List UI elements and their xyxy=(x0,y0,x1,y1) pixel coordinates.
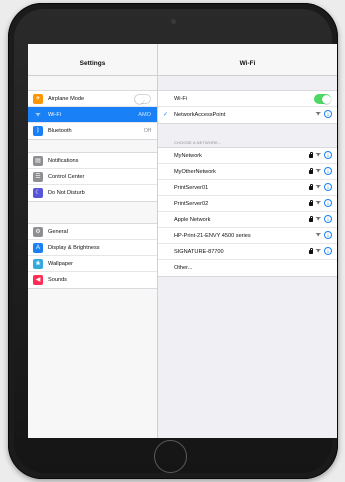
other-network-row[interactable]: Other... xyxy=(158,260,337,276)
wifi-signal-icon: ᯤ xyxy=(315,200,321,206)
sidebar-item-label: Bluetooth xyxy=(48,127,72,134)
moon-icon: ☾ xyxy=(33,188,43,198)
lock-icon xyxy=(309,168,314,174)
network-list: MyNetwork ᯤ i MyOtherNetwork ᯤ i PrintServer01… xyxy=(158,147,337,277)
sounds-icon: ◀ xyxy=(33,275,43,285)
sidebar-group: ▤ Notifications ☰ Control Center ☾ Do Not Dis… xyxy=(28,152,157,202)
info-icon[interactable]: i xyxy=(324,110,332,118)
sidebar-item-notifications[interactable]: ▤ Notifications xyxy=(28,153,157,169)
info-icon[interactable]: i xyxy=(324,247,332,255)
sidebar-item-label: Display & Brightness xyxy=(48,244,100,251)
network-row[interactable]: MyNetwork ᯤ i xyxy=(158,148,337,164)
sidebar-group: ⚙ General A Display & Brightness ❀ Wallpaper ◀… xyxy=(28,223,157,289)
info-icon[interactable]: i xyxy=(324,167,332,175)
connected-network-row[interactable]: ✓ NetworkAccessPoint ᯤ i xyxy=(158,107,337,123)
lock-icon xyxy=(309,248,314,254)
network-name: MyNetwork xyxy=(174,152,202,159)
checkmark-icon: ✓ xyxy=(163,111,169,118)
sidebar-item-airplane-mode[interactable]: ✈ Airplane Mode xyxy=(28,91,157,107)
network-name: Apple Network xyxy=(174,216,211,223)
info-icon[interactable]: i xyxy=(324,231,332,239)
airplane-icon: ✈ xyxy=(33,94,43,104)
detail-title: Wi-Fi xyxy=(239,60,256,67)
network-name: MyOtherNetwork xyxy=(174,168,216,175)
airplane-mode-toggle[interactable] xyxy=(134,94,151,104)
wifi-row-label: Wi-Fi xyxy=(174,95,188,102)
gear-icon: ⚙ xyxy=(33,227,43,237)
sidebar-item-wallpaper[interactable]: ❀ Wallpaper xyxy=(28,256,157,272)
info-icon[interactable]: i xyxy=(324,215,332,223)
network-name: Other... xyxy=(174,264,193,271)
wifi-signal-icon: ᯤ xyxy=(315,152,321,158)
sidebar-group: ✈ Airplane Mode ᯤ Wi-Fi AMO ᛒ Bluetooth Off xyxy=(28,90,157,140)
network-name: SIGNATURE-87700 xyxy=(174,248,224,255)
wifi-detail-pane: Wi-Fi Wi-Fi ✓ NetworkAccessPoint ᯤ i CHO… xyxy=(158,44,337,438)
brightness-icon: A xyxy=(33,243,43,253)
wifi-signal-icon: ᯤ xyxy=(315,232,321,238)
wifi-signal-icon: ᯤ xyxy=(315,184,321,190)
wifi-signal-icon: ᯤ xyxy=(315,216,321,222)
wifi-toggle[interactable] xyxy=(314,94,331,104)
sidebar-item-control-center[interactable]: ☰ Control Center xyxy=(28,169,157,185)
bluetooth-icon: ᛒ xyxy=(33,126,43,136)
sidebar-item-do-not-disturb[interactable]: ☾ Do Not Disturb xyxy=(28,185,157,201)
lock-icon xyxy=(309,152,314,158)
sidebar-item-display-brightness[interactable]: A Display & Brightness xyxy=(28,240,157,256)
connected-network-name: NetworkAccessPoint xyxy=(174,111,226,118)
sidebar-item-label: Wallpaper xyxy=(48,260,73,267)
sidebar-item-label: Notifications xyxy=(48,157,79,164)
info-icon[interactable]: i xyxy=(324,151,332,159)
sidebar-item-label: Control Center xyxy=(48,173,85,180)
network-row[interactable]: PrintServer01 ᯤ i xyxy=(158,180,337,196)
sidebar-item-value: AMO xyxy=(138,111,151,118)
network-row[interactable]: MyOtherNetwork ᯤ i xyxy=(158,164,337,180)
detail-navbar: Wi-Fi xyxy=(158,44,337,76)
sidebar-item-wi-fi[interactable]: ᯤ Wi-Fi AMO xyxy=(28,107,157,123)
sidebar-item-label: General xyxy=(48,228,68,235)
info-icon[interactable]: i xyxy=(324,199,332,207)
sidebar-title: Settings xyxy=(79,60,106,67)
sidebar-navbar: Settings xyxy=(28,44,157,76)
ipad-screen: iPad ᯤ 9:50 AM 38% Settings ✈Airplane Mo… xyxy=(28,44,337,438)
sidebar-item-label: Airplane Mode xyxy=(48,95,85,102)
sidebar-item-general[interactable]: ⚙ General xyxy=(28,224,157,240)
sidebar-item-bluetooth[interactable]: ᛒ Bluetooth Off xyxy=(28,123,157,139)
wifi-icon: ᯤ xyxy=(33,110,43,120)
wifi-signal-icon: ᯤ xyxy=(315,248,321,254)
control-center-icon: ☰ xyxy=(33,172,43,182)
choose-network-header: CHOOSE A NETWORK... xyxy=(174,140,222,145)
sidebar-item-label: Do Not Disturb xyxy=(48,189,85,196)
info-icon[interactable]: i xyxy=(324,183,332,191)
home-button[interactable] xyxy=(154,440,187,473)
network-name: HP-Print-21-ENVY 4500 series xyxy=(174,232,251,239)
network-row[interactable]: Apple Network ᯤ i xyxy=(158,212,337,228)
wifi-signal-icon: ᯤ xyxy=(315,111,321,117)
wallpaper-icon: ❀ xyxy=(33,259,43,269)
settings-sidebar: Settings ✈ Airplane Mode ᯤ Wi-Fi AMO ᛒ Bluetoo… xyxy=(28,44,158,438)
lock-icon xyxy=(309,216,314,222)
notifications-icon: ▤ xyxy=(33,156,43,166)
wifi-main-group: Wi-Fi ✓ NetworkAccessPoint ᯤ i xyxy=(158,90,337,124)
sidebar-item-label: Sounds xyxy=(48,276,67,283)
lock-icon xyxy=(309,184,314,190)
lock-icon xyxy=(309,200,314,206)
network-name: PrintServer02 xyxy=(174,200,209,207)
network-row[interactable]: SIGNATURE-87700 ᯤ i xyxy=(158,244,337,260)
network-name: PrintServer01 xyxy=(174,184,209,191)
front-camera xyxy=(171,19,176,24)
wifi-signal-icon: ᯤ xyxy=(315,168,321,174)
sidebar-item-label: Wi-Fi xyxy=(48,111,62,118)
wifi-toggle-row[interactable]: Wi-Fi xyxy=(158,91,337,107)
sidebar-item-value: Off xyxy=(143,127,151,134)
network-row[interactable]: HP-Print-21-ENVY 4500 series ᯤ i xyxy=(158,228,337,244)
sidebar-item-sounds[interactable]: ◀ Sounds xyxy=(28,272,157,288)
network-row[interactable]: PrintServer02 ᯤ i xyxy=(158,196,337,212)
